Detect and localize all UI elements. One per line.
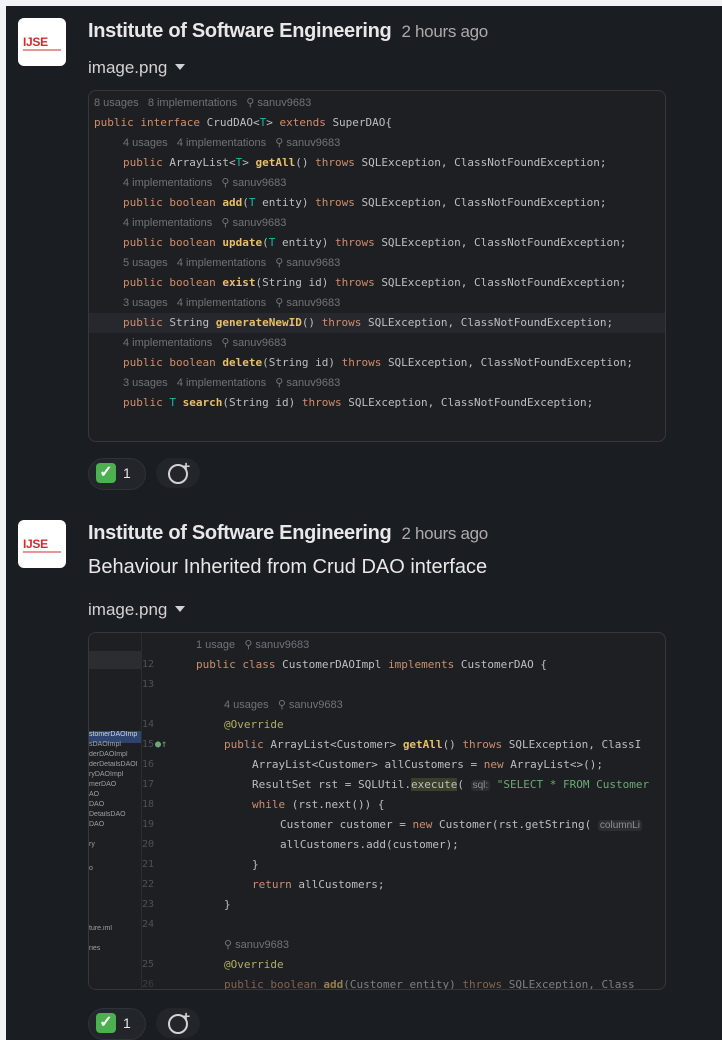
message-author[interactable]: Institute of Software Engineering 2 hours…: [88, 522, 488, 545]
code-hint: 4 implementations ⚲ sanuv9683: [123, 177, 287, 189]
reaction-count: 1: [123, 465, 131, 481]
add-reaction-button[interactable]: +: [156, 458, 200, 488]
code-line: 25 @Override: [141, 958, 284, 971]
code-line: 13: [141, 679, 154, 690]
code-hint: 1 usage ⚲ sanuv9683: [196, 639, 310, 651]
code-hint: 8 usages 8 implementations ⚲ sanuv9683: [94, 97, 312, 109]
avatar-logo-underline: [23, 49, 61, 51]
override-marker-icon: ●↑: [155, 739, 168, 750]
file-name: image.png: [88, 58, 168, 77]
chevron-down-icon[interactable]: [175, 64, 186, 70]
code-line: 23}: [141, 898, 231, 911]
code-line: 12 public class CustomerDAOImpl implement…: [141, 658, 548, 671]
code-line: 19 Customer customer = new Customer(rst.g…: [141, 818, 642, 831]
add-reaction-button[interactable]: +: [156, 1008, 200, 1038]
message-timestamp[interactable]: 2 hours ago: [401, 22, 488, 41]
code-hint: 3 usages 4 implementations ⚲ sanuv9683: [123, 377, 341, 389]
code-line: public boolean update(T entity) throws S…: [123, 236, 627, 249]
code-line: 26 public boolean add(Customer entity) th…: [141, 978, 635, 990]
code-hint: 4 implementations ⚲ sanuv9683: [123, 217, 287, 229]
code-line: 18 while (rst.next()) {: [141, 798, 385, 811]
image-attachment[interactable]: stomerDAOImp sDAOImpl derDAOImpl derDeta…: [88, 632, 666, 990]
avatar-logo: IJSE: [23, 35, 48, 49]
code-hint: 3 usages 4 implementations ⚲ sanuv9683: [123, 297, 341, 309]
code-hint: 5 usages 4 implementations ⚲ sanuv9683: [123, 257, 341, 269]
code-line: public boolean delete(String id) throws …: [123, 356, 633, 369]
code-line: public boolean exist(String id) throws S…: [123, 276, 627, 289]
author-name[interactable]: Institute of Software Engineering: [88, 522, 392, 544]
reaction-count: 1: [123, 1015, 131, 1031]
code-line: 21}: [141, 858, 259, 871]
code-line: 22 return allCustomers;: [141, 878, 385, 891]
code-line: 14 @Override: [141, 718, 284, 731]
avatar-logo: IJSE: [23, 537, 48, 551]
code-line: 17 ResultSet rst = SQLUtil.execute( sql: …: [141, 778, 650, 791]
code-line: public boolean add(T entity) throws SQLE…: [123, 196, 607, 209]
code-line: 20 allCustomers.add(customer);: [141, 838, 459, 851]
image-attachment[interactable]: 8 usages 8 implementations ⚲ sanuv9683 p…: [88, 90, 666, 442]
file-name-toggle[interactable]: image.png: [88, 58, 186, 78]
code-line: 15 ●↑ public ArrayList<Customer> getAll() …: [89, 735, 665, 755]
code-hint: 4 implementations ⚲ sanuv9683: [123, 337, 287, 349]
chevron-down-icon[interactable]: [175, 606, 186, 612]
message-list: IJSE Institute of Software Engineering 2 …: [6, 6, 722, 1040]
check-mark-icon: ✓: [96, 1013, 116, 1033]
code-line: 16 ArrayList<Customer> allCustomers = new…: [141, 758, 604, 771]
message-author[interactable]: Institute of Software Engineering 2 hours…: [88, 20, 488, 43]
code-line-highlighted: public String generateNewID() throws SQL…: [89, 313, 665, 333]
avatar[interactable]: IJSE: [18, 18, 66, 66]
code-hint: 4 usages ⚲ sanuv9683: [224, 699, 343, 711]
reaction-pill[interactable]: ✓ 1: [88, 1008, 146, 1040]
code-hint: ⚲ sanuv9683: [224, 939, 289, 951]
code-line: public T search(String id) throws SQLExc…: [123, 396, 594, 409]
avatar[interactable]: IJSE: [18, 520, 66, 568]
code-line: 24: [141, 919, 154, 930]
message-text: Behaviour Inherited from Crud DAO interf…: [88, 556, 488, 578]
file-name: image.png: [88, 600, 168, 619]
avatar-logo-underline: [23, 551, 61, 553]
code-line: public ArrayList<T> getAll() throws SQLE…: [123, 156, 607, 169]
author-name[interactable]: Institute of Software Engineering: [88, 20, 392, 42]
reaction-pill[interactable]: ✓ 1: [88, 458, 146, 490]
plus-icon: +: [182, 1008, 191, 1024]
file-name-toggle[interactable]: image.png: [88, 600, 186, 620]
message-timestamp[interactable]: 2 hours ago: [401, 524, 488, 543]
code-line: public interface CrudDAO<T> extends Supe…: [94, 116, 393, 129]
check-mark-icon: ✓: [96, 463, 116, 483]
code-hint: 4 usages 4 implementations ⚲ sanuv9683: [123, 137, 341, 149]
plus-icon: +: [182, 458, 191, 474]
